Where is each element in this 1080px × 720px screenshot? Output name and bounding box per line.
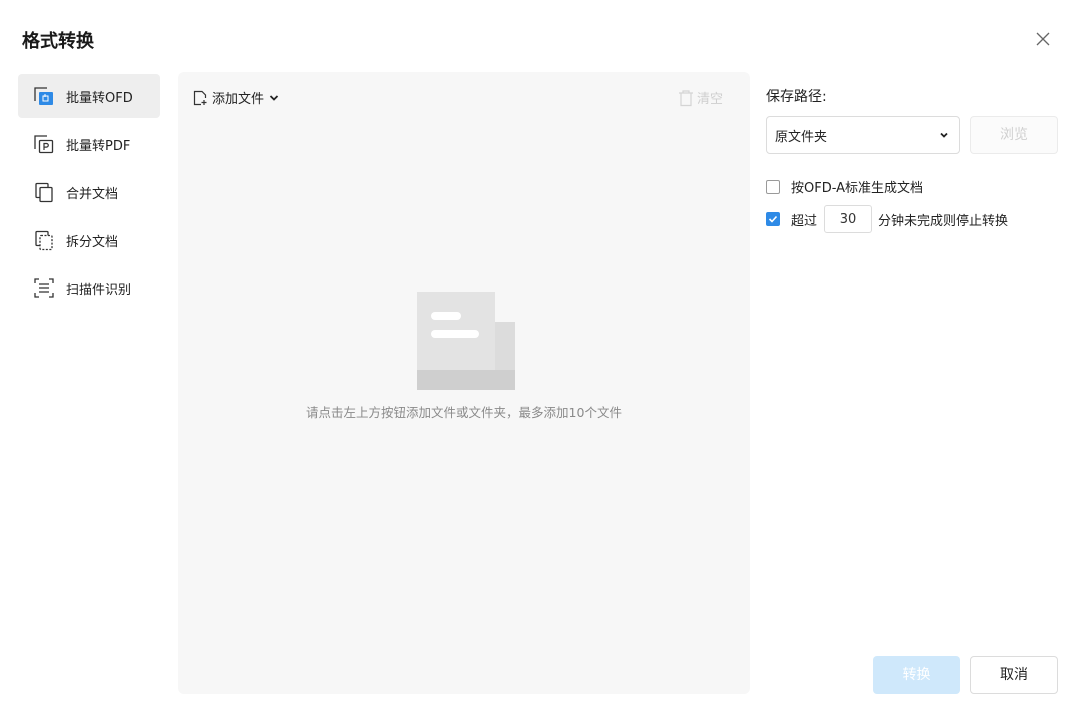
ofd-convert-icon <box>34 87 53 105</box>
sidebar-item-label: 合并文档 <box>66 186 119 202</box>
timeout-option: 超过 分钟未完成则停止转换 <box>766 205 1008 233</box>
empty-hint: 请点击左上方按钮添加文件或文件夹，最多添加10个文件 <box>306 405 622 420</box>
check-icon <box>768 215 778 223</box>
browse-button[interactable]: 浏览 <box>970 116 1058 154</box>
save-path-select[interactable]: 原文件夹 <box>766 116 960 154</box>
dialog-title: 格式转换 <box>22 31 94 52</box>
close-icon <box>1036 32 1050 46</box>
sidebar-item-scan[interactable]: 扫描件识别 <box>18 266 160 310</box>
save-path-value: 原文件夹 <box>775 129 828 145</box>
add-file-icon <box>193 90 207 105</box>
chevron-down-icon <box>940 132 948 138</box>
sidebar-item-label: 批量转OFD <box>66 90 133 106</box>
timeout-minutes-input[interactable] <box>824 205 873 233</box>
chevron-down-icon <box>269 94 279 101</box>
scan-recognize-icon <box>34 278 54 298</box>
sidebar: 批量转OFD 批量转PDF 合并文档 拆分文档 扫描件识别 <box>18 74 160 314</box>
clear-label: 清空 <box>697 92 724 107</box>
convert-button[interactable]: 转换 <box>873 656 960 694</box>
save-path-label: 保存路径: <box>766 89 827 105</box>
ofda-label: 按OFD-A标准生成文档 <box>791 181 924 196</box>
sidebar-item-label: 批量转PDF <box>66 138 131 154</box>
add-file-button[interactable]: 添加文件 <box>192 88 279 107</box>
timeout-prefix: 超过 <box>791 213 818 229</box>
clear-button[interactable]: 清空 <box>678 88 723 107</box>
sidebar-item-label: 拆分文档 <box>66 234 119 250</box>
add-file-label: 添加文件 <box>212 92 265 107</box>
split-docs-icon <box>35 230 53 251</box>
ofda-option: 按OFD-A标准生成文档 <box>766 177 923 196</box>
merge-docs-icon <box>35 182 53 203</box>
sidebar-item-batch-pdf[interactable]: 批量转PDF <box>18 122 160 166</box>
file-drop-area[interactable]: 添加文件 清空 请点击左上方按钮添加文件或文件夹，最多添加10个文件 <box>178 72 750 694</box>
sidebar-item-split[interactable]: 拆分文档 <box>18 218 160 262</box>
close-button[interactable] <box>1032 28 1054 50</box>
sidebar-item-merge[interactable]: 合并文档 <box>18 170 160 214</box>
timeout-suffix: 分钟未完成则停止转换 <box>878 213 1009 229</box>
cancel-button[interactable]: 取消 <box>970 656 1058 694</box>
trash-icon <box>679 89 693 106</box>
timeout-checkbox[interactable] <box>766 212 780 226</box>
ofda-checkbox[interactable] <box>766 179 780 194</box>
empty-document-icon <box>417 292 515 390</box>
sidebar-item-batch-ofd[interactable]: 批量转OFD <box>18 74 160 118</box>
pdf-convert-icon <box>34 135 54 154</box>
sidebar-item-label: 扫描件识别 <box>66 282 132 298</box>
